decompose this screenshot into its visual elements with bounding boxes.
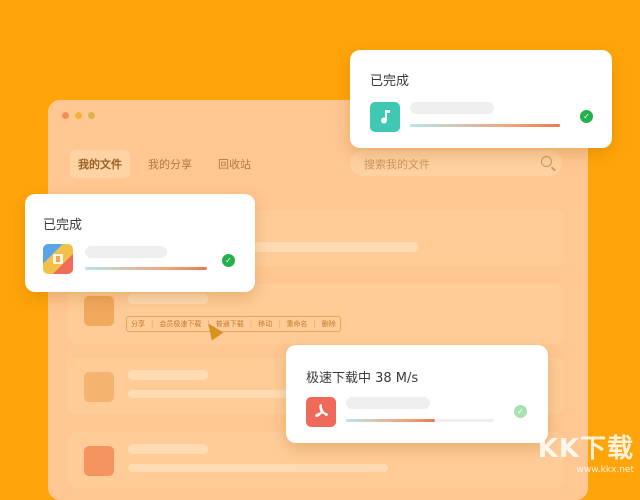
card-status: 已完成 [43, 218, 83, 233]
card-status: 已完成 [370, 74, 410, 89]
tab-my-files[interactable]: 我的文件 [70, 150, 130, 178]
progress-fill [85, 267, 207, 270]
watermark-logo: KK下载 [537, 434, 634, 464]
file-name-placeholder [128, 294, 208, 304]
progress-bar [346, 419, 494, 422]
file-name-placeholder [128, 370, 208, 380]
search-icon[interactable] [541, 156, 552, 167]
download-card-completed: 已完成 ✓ [350, 50, 612, 148]
close-window-button[interactable] [62, 112, 69, 119]
file-action-bar: 分享 | 会员极速下载 | 普通下载 | 移动 | 重命名 | 删除 [126, 316, 341, 332]
maximize-window-button[interactable] [88, 112, 95, 119]
progress-bar [410, 124, 560, 127]
music-file-icon [370, 102, 400, 132]
file-name-placeholder [346, 397, 430, 409]
archive-file-icon [43, 244, 73, 274]
delete-button[interactable]: 删除 [322, 319, 336, 329]
check-icon: ✓ [222, 254, 235, 267]
watermark-url: www.kkx.net [576, 465, 635, 475]
window-controls [62, 112, 95, 119]
progress-fill [346, 419, 435, 422]
pdf-file-icon [84, 446, 114, 476]
download-card-in-progress: 极速下载中 38 M/s ✓ [286, 345, 548, 443]
nav-tabs: 我的文件 我的分享 回收站 [70, 150, 259, 178]
search-placeholder: 搜索我的文件 [364, 158, 430, 171]
music-file-icon [84, 372, 114, 402]
check-icon: ✓ [514, 405, 527, 418]
file-name-placeholder [410, 102, 494, 114]
file-meta-placeholder [128, 464, 388, 472]
file-name-placeholder [128, 444, 208, 454]
tab-recycle-bin[interactable]: 回收站 [210, 150, 259, 178]
progress-fill [410, 124, 560, 127]
file-row[interactable] [68, 284, 564, 344]
tab-my-shares[interactable]: 我的分享 [140, 150, 200, 178]
file-name-placeholder [85, 246, 167, 258]
vip-download-button[interactable]: 会员极速下载 [159, 319, 201, 329]
archive-file-icon [84, 296, 114, 326]
check-icon: ✓ [580, 110, 593, 123]
search-input[interactable]: 搜索我的文件 [350, 150, 562, 176]
card-status: 极速下载中 38 M/s [306, 371, 419, 386]
move-button[interactable]: 移动 [258, 319, 272, 329]
pdf-file-icon [306, 397, 336, 427]
share-button[interactable]: 分享 [131, 319, 145, 329]
minimize-window-button[interactable] [75, 112, 82, 119]
download-card-completed: 已完成 ✓ [25, 194, 255, 292]
progress-bar [85, 267, 207, 270]
rename-button[interactable]: 重命名 [286, 319, 307, 329]
